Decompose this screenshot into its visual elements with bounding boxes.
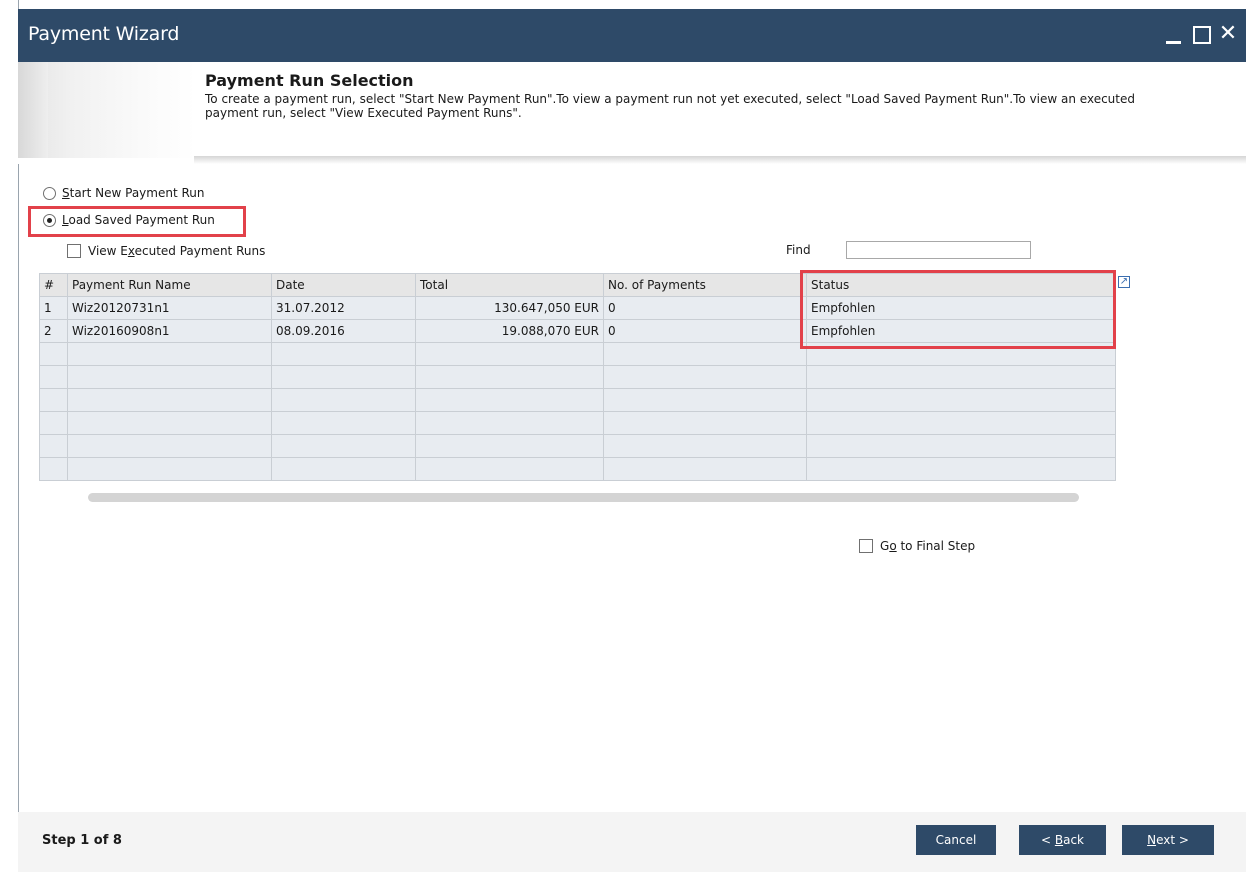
empty-cell[interactable]	[39, 365, 68, 389]
maximize-icon[interactable]	[1188, 19, 1216, 49]
highlight-status-column	[800, 270, 1116, 349]
wizard-header: Payment Run Selection To create a paymen…	[18, 62, 1246, 164]
close-icon[interactable]: ✕	[1214, 19, 1242, 49]
empty-cell[interactable]	[603, 434, 807, 458]
empty-cell[interactable]	[806, 434, 1116, 458]
empty-cell[interactable]	[39, 342, 68, 366]
column-header-no-of-payments[interactable]: No. of Payments	[603, 273, 807, 297]
empty-cell[interactable]	[67, 457, 272, 481]
page-title: Payment Run Selection	[205, 71, 414, 90]
payment-run-count[interactable]: 0	[603, 319, 807, 343]
payment-run-name[interactable]: Wiz20120731n1	[67, 296, 272, 320]
empty-cell[interactable]	[39, 434, 68, 458]
back-button[interactable]: < Back	[1019, 825, 1106, 855]
highlight-load-saved	[28, 206, 246, 237]
column-header-row-number[interactable]: #	[39, 273, 68, 297]
next-button[interactable]: Next >	[1122, 825, 1214, 855]
empty-cell[interactable]	[806, 411, 1116, 435]
empty-cell[interactable]	[603, 411, 807, 435]
horizontal-scrollbar[interactable]	[88, 493, 1079, 502]
empty-cell[interactable]	[603, 457, 807, 481]
checkbox[interactable]	[859, 539, 873, 553]
empty-cell[interactable]	[415, 388, 604, 412]
header-decoration-edge	[18, 62, 48, 158]
table-row-empty[interactable]	[39, 388, 1116, 412]
empty-cell[interactable]	[39, 411, 68, 435]
empty-cell[interactable]	[67, 365, 272, 389]
start-new-payment-run-radio[interactable]: Start New Payment Run	[43, 186, 204, 200]
empty-cell[interactable]	[67, 434, 272, 458]
start-new-payment-run-label: Start New Payment Run	[62, 186, 205, 200]
column-header-date[interactable]: Date	[271, 273, 416, 297]
empty-cell[interactable]	[39, 388, 68, 412]
payment-run-total[interactable]: 130.647,050 EUR	[415, 296, 604, 320]
table-row-empty[interactable]	[39, 411, 1116, 435]
radio-button[interactable]	[43, 186, 56, 200]
header-shadow	[194, 156, 1246, 164]
empty-cell[interactable]	[603, 365, 807, 389]
table-row-empty[interactable]	[39, 434, 1116, 458]
title-bar: Payment Wizard ✕	[18, 9, 1246, 62]
table-row-empty[interactable]	[39, 365, 1116, 389]
checkbox[interactable]	[67, 244, 81, 258]
empty-cell[interactable]	[806, 365, 1116, 389]
wizard-footer: Step 1 of 8 Cancel < Back Next >	[18, 812, 1246, 872]
table-row-empty[interactable]	[39, 457, 1116, 481]
payment-run-count[interactable]: 0	[603, 296, 807, 320]
cancel-button[interactable]: Cancel	[916, 825, 996, 855]
row-number: 2	[39, 319, 68, 343]
step-indicator: Step 1 of 8	[42, 833, 122, 848]
find-input[interactable]	[846, 241, 1031, 259]
minimize-icon[interactable]	[1160, 19, 1188, 49]
expand-table-icon[interactable]: ↗	[1118, 276, 1130, 288]
go-to-final-step-label: Go to Final Step	[880, 539, 976, 553]
empty-cell[interactable]	[67, 411, 272, 435]
view-executed-payment-runs-label: View Executed Payment Runs	[88, 244, 266, 258]
empty-cell[interactable]	[271, 434, 416, 458]
empty-cell[interactable]	[806, 457, 1116, 481]
empty-cell[interactable]	[415, 342, 604, 366]
page-description: To create a payment run, select "Start N…	[205, 92, 1135, 120]
empty-cell[interactable]	[415, 457, 604, 481]
view-executed-payment-runs-checkbox[interactable]: View Executed Payment Runs	[67, 244, 265, 258]
payment-run-date[interactable]: 31.07.2012	[271, 296, 416, 320]
empty-cell[interactable]	[603, 342, 807, 366]
payment-run-total[interactable]: 19.088,070 EUR	[415, 319, 604, 343]
empty-cell[interactable]	[415, 434, 604, 458]
empty-cell[interactable]	[271, 342, 416, 366]
empty-cell[interactable]	[603, 388, 807, 412]
column-header-payment-run-name[interactable]: Payment Run Name	[67, 273, 272, 297]
empty-cell[interactable]	[67, 388, 272, 412]
window-bottom-edge	[18, 872, 1246, 880]
empty-cell[interactable]	[271, 411, 416, 435]
empty-cell[interactable]	[415, 365, 604, 389]
empty-cell[interactable]	[39, 457, 68, 481]
payment-run-name[interactable]: Wiz20160908n1	[67, 319, 272, 343]
empty-cell[interactable]	[415, 411, 604, 435]
column-header-total[interactable]: Total	[415, 273, 604, 297]
empty-cell[interactable]	[271, 457, 416, 481]
empty-cell[interactable]	[67, 342, 272, 366]
empty-cell[interactable]	[806, 388, 1116, 412]
payment-run-date[interactable]: 08.09.2016	[271, 319, 416, 343]
row-number: 1	[39, 296, 68, 320]
window-title: Payment Wizard	[28, 23, 180, 45]
go-to-final-step-checkbox[interactable]: Go to Final Step	[859, 539, 975, 553]
empty-cell[interactable]	[271, 365, 416, 389]
find-label: Find	[786, 243, 811, 257]
empty-cell[interactable]	[271, 388, 416, 412]
